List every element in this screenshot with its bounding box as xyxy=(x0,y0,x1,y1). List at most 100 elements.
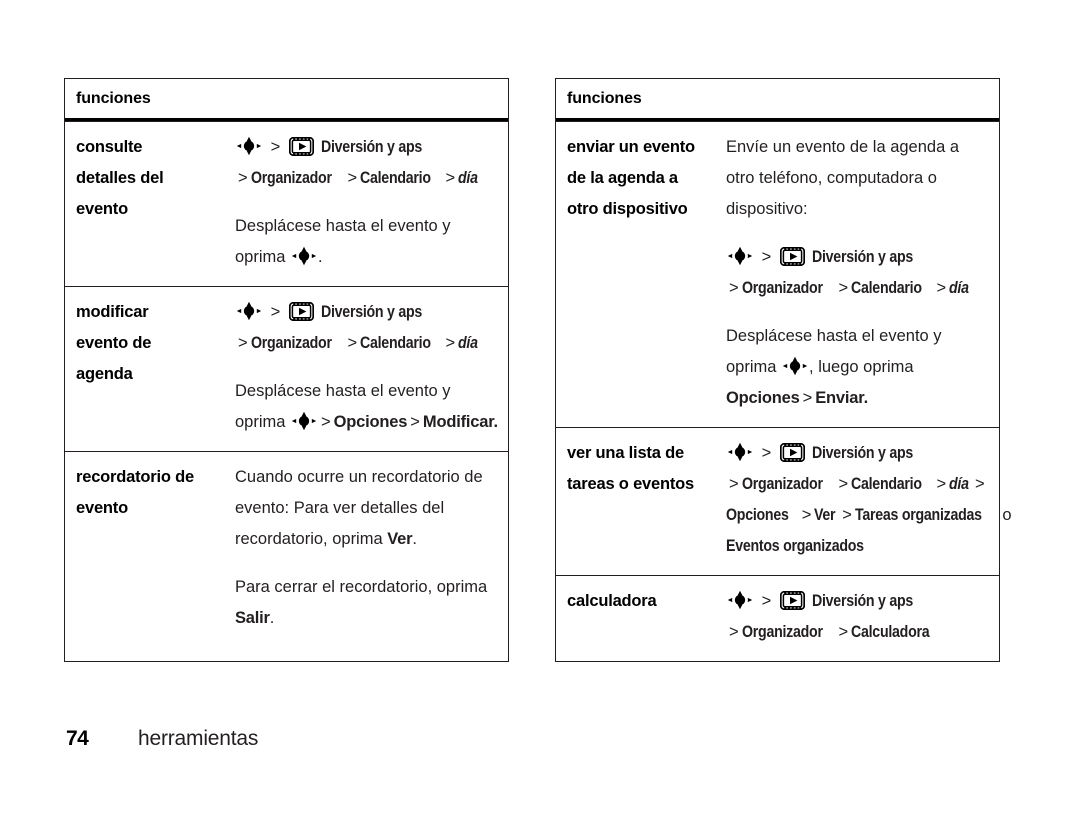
table-row: modificar evento de agenda > Diversión y… xyxy=(65,286,508,451)
menu-separator: > xyxy=(729,623,739,641)
fun-and-apps-icon xyxy=(288,137,314,156)
menu-separator: > xyxy=(347,334,358,352)
menu-path-line: > Diversión y aps xyxy=(235,132,498,163)
menu-separator: > xyxy=(842,506,852,524)
description-text: . xyxy=(412,530,417,548)
menu-item: Organizador xyxy=(250,169,332,187)
menu-item: Calendario xyxy=(851,279,922,297)
table-header-funciones-right: funciones xyxy=(556,79,999,121)
row-label: ver una lista de tareas o eventos xyxy=(556,438,726,562)
menu-path-line: > Diversión y aps xyxy=(726,586,989,617)
navigation-key-icon xyxy=(727,590,753,610)
menu-item: Eventos organizados xyxy=(726,537,864,555)
row-label-line: consulte xyxy=(76,138,143,156)
menu-variable: día xyxy=(949,279,969,297)
description-text: Para cerrar el recordatorio, oprima xyxy=(235,578,488,596)
table-row: consulte detalles del evento > Diversión… xyxy=(65,121,508,286)
menu-separator: > xyxy=(801,506,812,524)
menu-path-line: > Diversión y aps xyxy=(726,438,1012,469)
row-label-line: recordatorio de xyxy=(76,468,195,486)
menu-separator: > xyxy=(838,623,849,641)
menu-separator: > xyxy=(975,475,985,493)
row-label: calculadora xyxy=(556,586,726,648)
menu-item: Organizador xyxy=(741,623,823,641)
table-row: ver una lista de tareas o eventos > Dive… xyxy=(556,427,1012,575)
row-label: recordatorio de evento xyxy=(65,462,235,634)
menu-item: Ver xyxy=(814,506,836,524)
row-label: modificar evento de agenda xyxy=(65,297,235,438)
menu-item: Organizador xyxy=(250,334,332,352)
menu-separator: > xyxy=(238,334,248,352)
menu-variable: día xyxy=(458,169,478,187)
menu-separator: > xyxy=(445,334,456,352)
menu-separator: > xyxy=(321,413,331,431)
row-label-line: de la agenda a xyxy=(567,169,678,187)
menu-item: Opciones xyxy=(333,413,408,431)
menu-separator: > xyxy=(761,444,772,462)
menu-variable: día xyxy=(949,475,969,493)
menu-item: Organizador xyxy=(741,475,823,493)
fun-and-apps-icon xyxy=(779,591,805,610)
footer-section-title: herramientas xyxy=(138,727,259,750)
menu-variable: día xyxy=(458,334,478,352)
row-label-line: enviar un evento xyxy=(567,138,695,156)
row-description: > xyxy=(235,132,508,273)
description-paragraph: Desplácese hasta el evento y oprima > Opc… xyxy=(235,376,498,438)
menu-separator: > xyxy=(270,138,281,156)
navigation-key-icon xyxy=(236,301,262,321)
menu-separator: > xyxy=(838,279,849,297)
description-text: oprima xyxy=(726,358,782,376)
navigation-key-icon xyxy=(727,246,753,266)
description-text: Cuando ocurre un recordatorio de evento:… xyxy=(235,468,483,548)
menu-separator: > xyxy=(761,592,772,610)
row-label-line: evento xyxy=(76,499,128,517)
row-label-line: evento de xyxy=(76,334,152,352)
menu-separator: > xyxy=(936,475,947,493)
description-text: . xyxy=(318,248,323,266)
row-label: enviar un evento de la agenda a otro dis… xyxy=(556,132,726,414)
navigation-key-icon xyxy=(291,246,317,266)
menu-separator: > xyxy=(802,389,813,407)
row-label: consulte detalles del evento xyxy=(65,132,235,273)
table-row: calculadora > Diversión y aps > Organiza… xyxy=(556,575,999,661)
row-label-line: otro dispositivo xyxy=(567,200,688,218)
navigation-key-icon xyxy=(236,136,262,156)
menu-item: Calendario xyxy=(851,475,922,493)
menu-path-line: > Organizador > Calendario > día xyxy=(235,328,498,359)
menu-separator: > xyxy=(936,279,947,297)
menu-item: Opciones xyxy=(726,389,800,407)
menu-separator: > xyxy=(761,248,772,266)
menu-separator: > xyxy=(270,303,281,321)
row-description: Envíe un evento de la agenda a otro telé… xyxy=(726,132,999,414)
menu-path-line: > Diversión y aps xyxy=(726,242,989,273)
page-number: 74 xyxy=(66,727,89,750)
menu-item: Tareas organizadas xyxy=(854,506,982,524)
functions-table-right: funciones enviar un evento de la agenda … xyxy=(555,78,1012,662)
row-description: > xyxy=(726,586,999,648)
menu-path-line: > Organizador > Calculadora xyxy=(726,617,989,648)
row-description: Cuando ocurre un recordatorio de evento:… xyxy=(235,462,508,634)
table-header-funciones-left: funciones xyxy=(65,79,508,121)
menu-separator: > xyxy=(445,169,456,187)
description-paragraph: Cuando ocurre un recordatorio de evento:… xyxy=(235,462,498,555)
menu-separator: > xyxy=(347,169,358,187)
menu-separator: > xyxy=(410,413,420,431)
menu-item: Modificar. xyxy=(422,413,498,431)
softkey-label: Salir xyxy=(235,609,270,627)
menu-path-line: > Organizador > Calendario > día > xyxy=(726,469,1012,500)
menu-path-line: > Diversión y aps xyxy=(235,297,498,328)
menu-item: Opciones xyxy=(726,506,789,524)
menu-path-line: Eventos organizados xyxy=(726,531,1012,562)
menu-app-label: Diversión y aps xyxy=(812,248,914,266)
description-text: Desplácese hasta el evento y xyxy=(726,327,942,345)
menu-separator: > xyxy=(838,475,849,493)
row-description: > xyxy=(235,297,508,438)
functions-table-left: funciones consulte detalles del evento >… xyxy=(64,78,509,662)
menu-app-label: Diversión y aps xyxy=(321,303,423,321)
description-text: Desplácese hasta el evento y oprima xyxy=(235,217,451,266)
menu-app-label: Diversión y aps xyxy=(812,592,914,610)
menu-app-label: Diversión y aps xyxy=(812,444,914,462)
row-label-line: detalles del xyxy=(76,169,164,187)
row-label-line: agenda xyxy=(76,365,133,383)
menu-item: Calendario xyxy=(360,169,431,187)
